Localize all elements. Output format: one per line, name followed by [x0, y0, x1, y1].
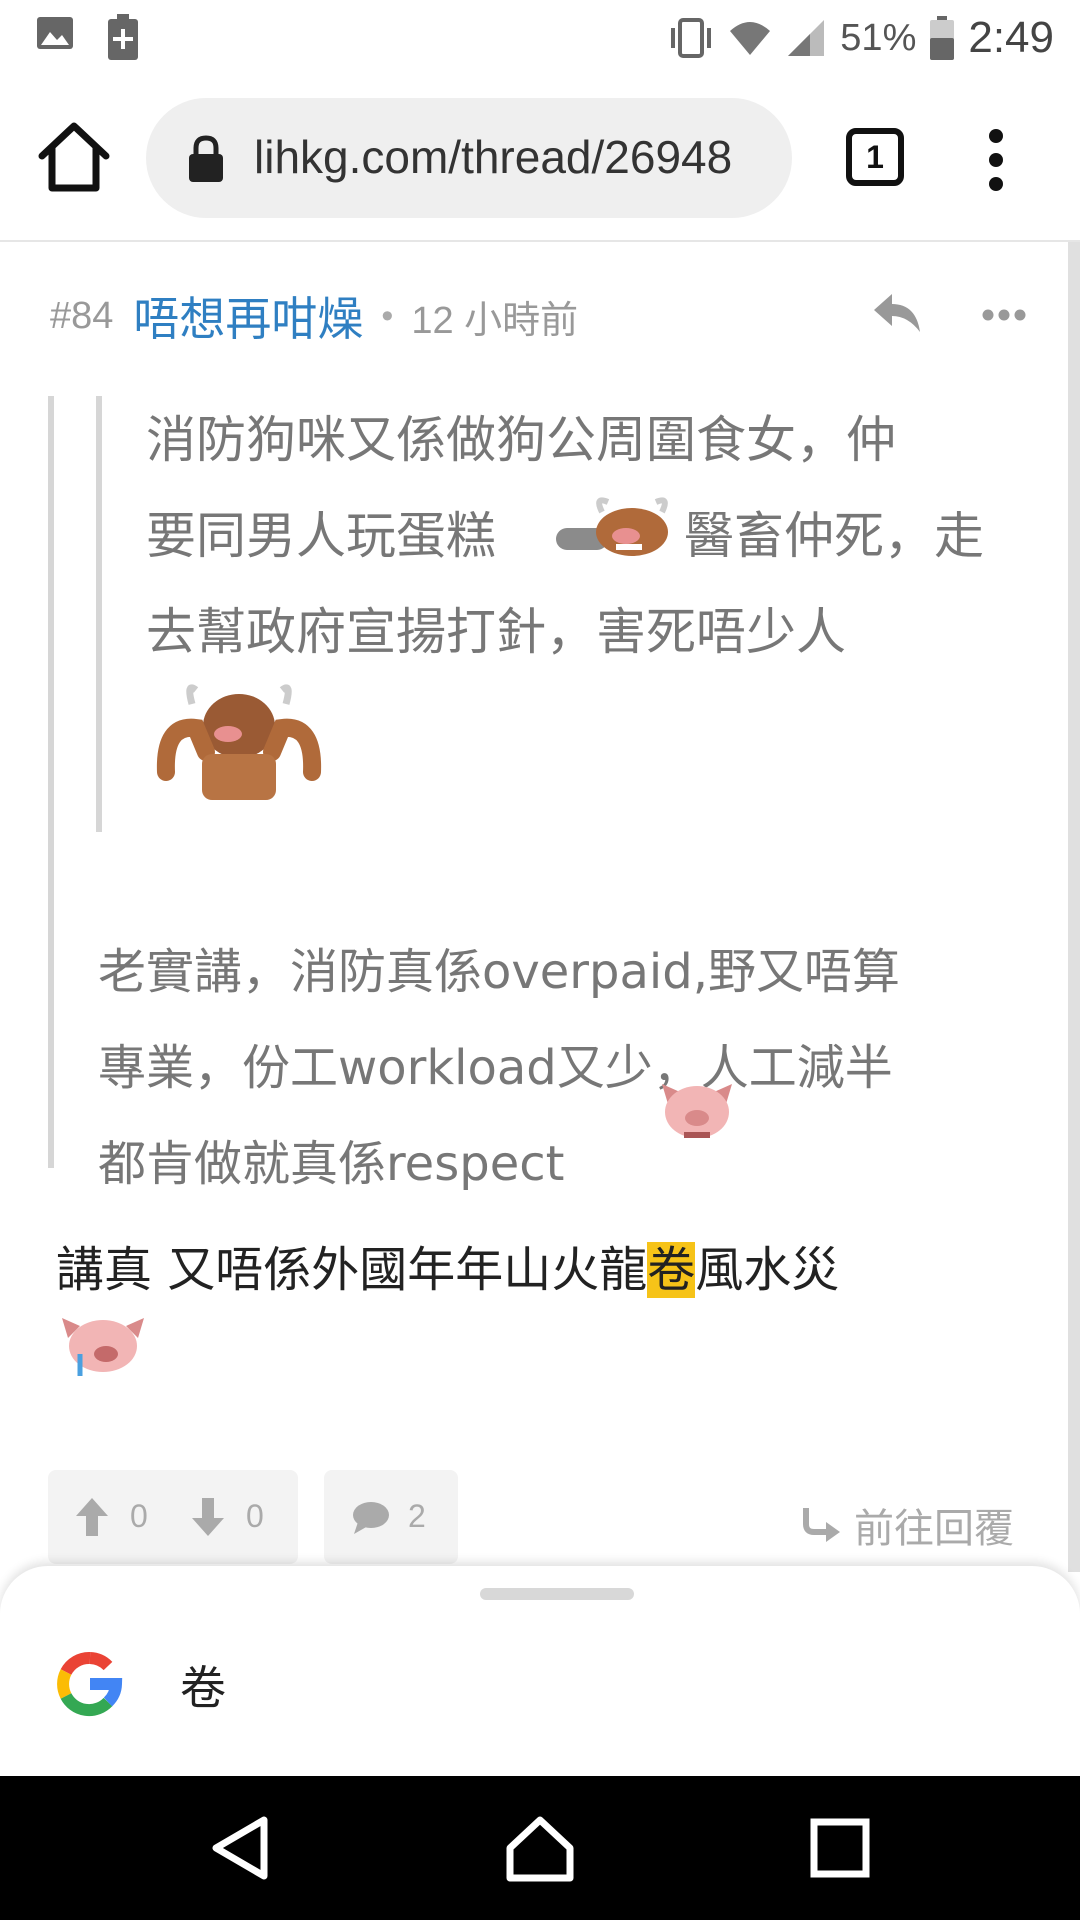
post-body-text: 講真 又唔係外國年年山火龍: [56, 1242, 648, 1298]
navigation-bar: [0, 1776, 1080, 1920]
crying-pig-sticker-icon: [62, 1318, 144, 1376]
nested-quote-line: 消防狗咪又係做狗公周圍食女，仲: [146, 411, 896, 469]
search-query[interactable]: 卷: [180, 1652, 226, 1718]
recents-icon[interactable]: [800, 1808, 880, 1888]
post-separator: •: [381, 296, 394, 335]
image-icon: [37, 17, 73, 49]
bull-sticker-icon: [556, 497, 668, 556]
reply-icon[interactable]: [872, 290, 922, 334]
goto-reply-icon: [803, 1508, 840, 1542]
comments-button[interactable]: 2: [324, 1470, 458, 1564]
upvote-count: 0: [130, 1498, 148, 1534]
battery-percent: 51%: [840, 16, 917, 59]
battery-saver-icon: [108, 14, 138, 60]
search-sheet: 卷: [0, 1566, 1080, 1776]
downvote-count: 0: [246, 1498, 264, 1534]
nested-quote-border: [96, 396, 102, 832]
browser-toolbar: lihkg.com/thread/26948 1: [0, 76, 1080, 242]
quote-line: 都肯做就真係respect: [98, 1136, 565, 1192]
nested-quote-line: 去幫政府宣揚打針，害死唔少人: [146, 603, 846, 661]
goto-reply-button[interactable]: 前往回覆: [800, 1496, 1014, 1554]
menu-icon[interactable]: [984, 120, 1008, 200]
sheet-drag-handle[interactable]: [480, 1588, 634, 1600]
upvote-icon[interactable]: [76, 1498, 108, 1536]
quote-line: 老實講，消防真係overpaid,野又唔算: [98, 944, 900, 1000]
google-logo-icon[interactable]: [56, 1650, 124, 1718]
more-options-icon[interactable]: [982, 308, 1026, 322]
post-time: 12 小時前: [411, 299, 579, 342]
scrollbar[interactable]: [1068, 242, 1080, 1572]
tabs-icon[interactable]: 1: [846, 128, 904, 186]
post-card: #84 唔想再咁燥 • 12 小時前 消防狗咪又係做狗公周圍食女，仲 要同男人玩…: [0, 242, 1068, 1572]
comment-icon: [353, 1502, 389, 1534]
battery-icon: [930, 16, 955, 60]
url-text[interactable]: lihkg.com/thread/26948: [254, 130, 774, 184]
post-header: #84 唔想再咁燥 • 12 小時前: [50, 286, 578, 346]
post-body: 講真 又唔係外國年年山火龍卷風水災: [56, 1218, 839, 1322]
wifi-icon: [730, 22, 771, 55]
goto-reply-label: 前往回覆: [854, 1506, 1014, 1552]
signal-icon: [788, 20, 825, 56]
downvote-icon[interactable]: [192, 1498, 224, 1536]
post-body-text: 風水災: [695, 1242, 840, 1298]
status-bar: 51% 2:49: [0, 0, 1080, 76]
clock: 2:49: [968, 13, 1054, 62]
nested-quote-line: 要同男人玩蛋糕: [146, 507, 496, 565]
nested-quote-line: 醫畜仲死，走: [684, 507, 984, 565]
post-username[interactable]: 唔想再咁燥: [133, 283, 363, 349]
lock-icon: [189, 135, 223, 182]
address-bar[interactable]: lihkg.com/thread/26948: [146, 98, 792, 218]
quote-line: 專業，份工workload又少，人工減半: [98, 1040, 893, 1096]
vote-box: 0 0: [48, 1470, 298, 1564]
home-nav-icon[interactable]: [500, 1808, 580, 1888]
vibrate-icon: [671, 18, 712, 58]
search-highlight: 卷: [647, 1242, 696, 1298]
back-icon[interactable]: [202, 1808, 282, 1888]
home-icon[interactable]: [34, 118, 114, 198]
quote-border: [48, 396, 54, 1168]
muscle-bull-sticker-icon: [156, 684, 322, 800]
tab-count: 1: [866, 139, 884, 175]
post-number: #84: [50, 294, 114, 337]
comment-count: 2: [408, 1498, 426, 1534]
pig-sticker-icon: [662, 1084, 732, 1138]
